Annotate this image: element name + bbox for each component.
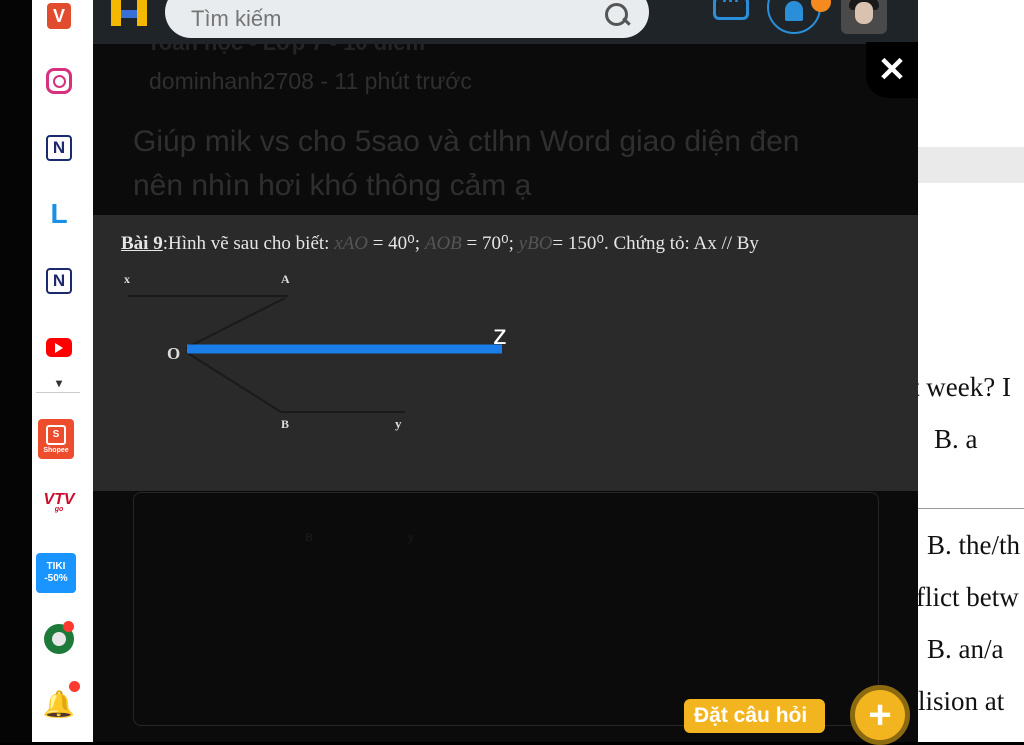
line-ao [185, 297, 286, 349]
vtv-label: VTV [43, 491, 75, 508]
post-question: Giúp mik vs cho 5sao và ctlhn Word giao … [133, 125, 800, 202]
search-bar [165, 0, 649, 38]
ext-n2-icon[interactable]: N [46, 268, 72, 294]
ext-n2-label: N [52, 271, 66, 290]
notification-dot [63, 621, 74, 632]
doc-line: t week? I [918, 372, 1011, 402]
doc-line: B. the/th [927, 530, 1020, 560]
answer-box [133, 492, 879, 726]
bg-label-b: B [305, 530, 314, 544]
tiki-label: TIKI [46, 561, 66, 572]
site-header [93, 0, 918, 44]
post-author: dominhanh2708 - 11 phút trước [149, 68, 472, 94]
image-viewer: Bài 9:Hình vẽ sau cho biết: xAO = 40⁰; A… [93, 215, 918, 491]
geometry-figure: x A O B y z [124, 272, 507, 431]
doc-line: flict betw [918, 582, 1019, 612]
divider [36, 392, 80, 393]
window-edge [0, 0, 32, 742]
label-o: O [167, 344, 180, 363]
ext-v-label: V [52, 5, 65, 26]
plus-icon[interactable]: + [850, 685, 910, 745]
ext-v-icon[interactable]: V [47, 3, 71, 29]
search-input[interactable] [189, 0, 573, 33]
ext-l-label: L [50, 198, 68, 229]
instagram-icon[interactable] [46, 68, 72, 94]
close-label: ✕ [877, 51, 907, 89]
doc-rule [918, 508, 1024, 509]
shopee-label: Shopee [43, 446, 69, 454]
extension-bar: V N L N ▾ S Shopee VTV go TIKI -50% 🔔 [32, 0, 93, 742]
doc-line: lision at [918, 686, 1005, 716]
search-icon[interactable] [603, 3, 631, 31]
label-z: z [493, 319, 507, 350]
label-y: y [395, 416, 402, 431]
tiki-icon[interactable]: TIKI -50% [36, 553, 76, 593]
youtube-icon[interactable] [46, 338, 72, 357]
ext-n-label: N [52, 138, 66, 157]
ask-question-button[interactable]: Đặt câu hỏi [684, 699, 826, 733]
doc-line: B. a [934, 424, 978, 454]
bell-icon[interactable]: 🔔 [43, 689, 75, 719]
shopee-bag: S [46, 424, 66, 445]
vtv-icon[interactable]: VTV go [43, 490, 75, 520]
shopee-icon[interactable]: S Shopee [38, 419, 74, 459]
avatar[interactable] [841, 0, 887, 34]
chevron-down-icon[interactable]: ▾ [44, 368, 74, 398]
bg-label-y: y [408, 530, 414, 544]
tiki-discount: -50% [44, 573, 68, 584]
doc-toolbar [918, 147, 1024, 183]
more-label: ▾ [55, 376, 63, 390]
plus-label: + [868, 692, 892, 737]
close-icon[interactable]: ✕ [866, 42, 918, 98]
vtv-sublabel: go [54, 506, 64, 513]
background-document: t week? I B. a B. the/th flict betw B. a… [918, 0, 1024, 742]
label-x: x [124, 272, 130, 286]
label-a: A [281, 272, 290, 286]
ext-n-icon[interactable]: N [46, 135, 72, 161]
doc-line: B. an/a [927, 634, 1004, 664]
label-b: B [281, 417, 289, 431]
logo-icon[interactable] [111, 0, 149, 26]
notification-dot [69, 681, 80, 692]
ask-question-label: Đặt câu hỏi [694, 704, 808, 727]
chat-icon[interactable] [713, 0, 749, 20]
post-category: Toán học - Lớp 7 - 10 điểm [147, 44, 425, 56]
ext-l-icon[interactable]: L [44, 198, 74, 229]
line-ob [185, 351, 282, 413]
